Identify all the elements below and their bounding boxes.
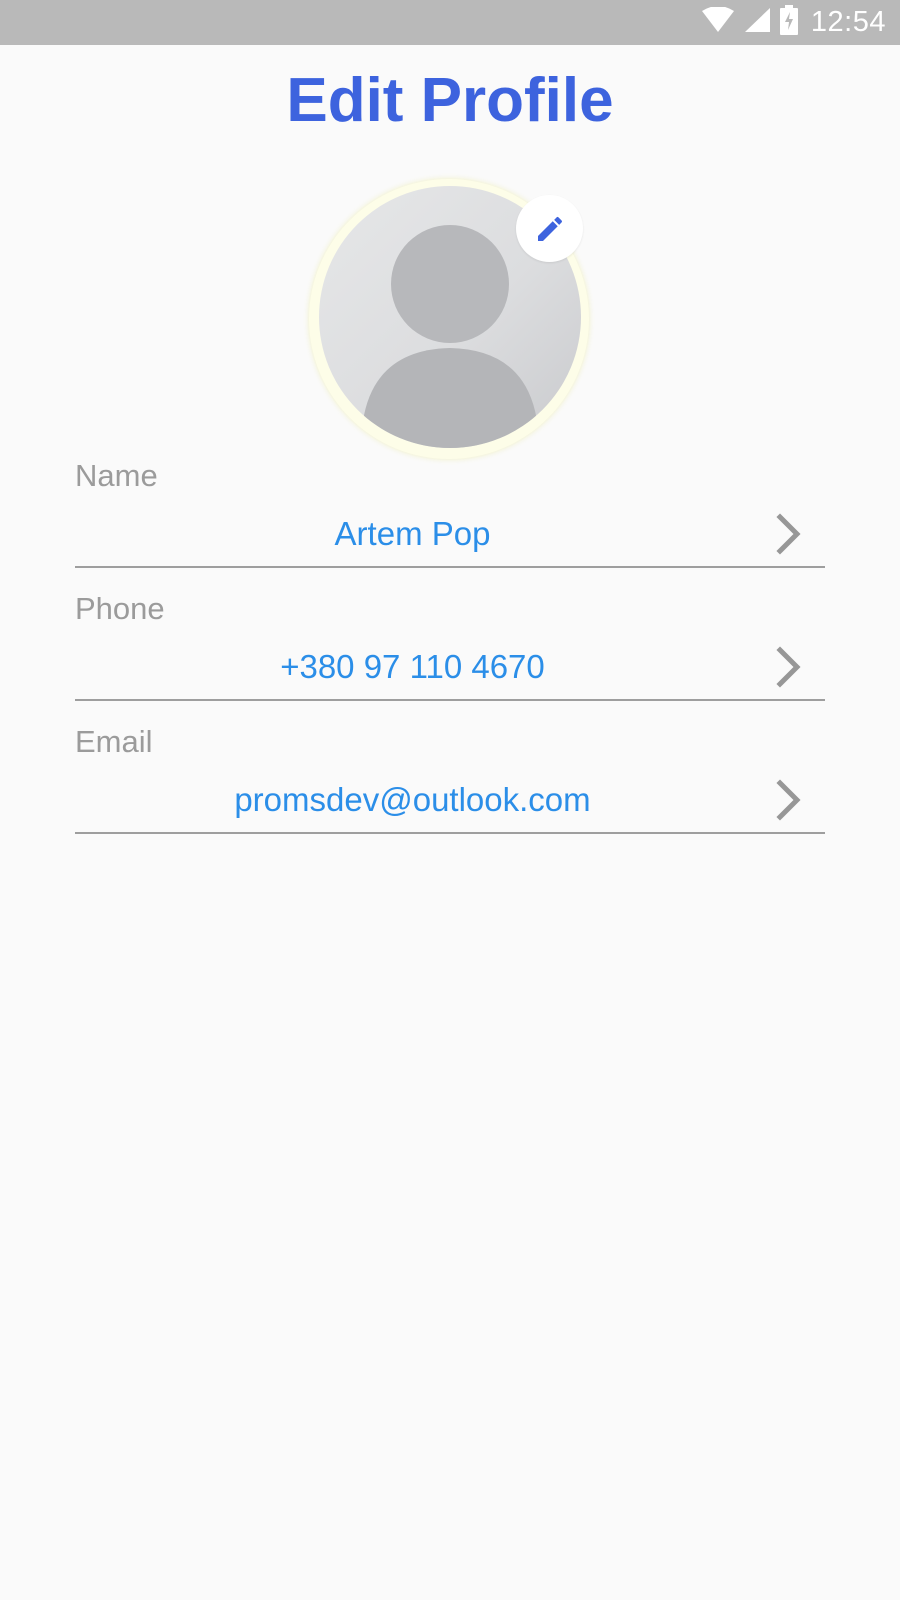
field-name[interactable]: Name Artem Pop <box>75 456 825 586</box>
signal-icon <box>743 7 771 38</box>
chevron-right-icon[interactable] <box>775 778 805 822</box>
field-phone[interactable]: Phone +380 97 110 4670 <box>75 589 825 719</box>
field-label: Name <box>75 458 158 493</box>
field-email[interactable]: Email promsdev@outlook.com <box>75 722 825 852</box>
wifi-icon <box>701 6 735 38</box>
field-divider <box>75 699 825 701</box>
status-icons: 12:54 <box>701 0 886 45</box>
page-title: Edit Profile <box>286 66 614 135</box>
field-value[interactable]: promsdev@outlook.com <box>75 779 750 821</box>
field-divider <box>75 566 825 568</box>
field-label: Email <box>75 724 153 759</box>
status-bar: 12:54 <box>0 0 900 45</box>
chevron-right-icon[interactable] <box>775 512 805 556</box>
field-divider <box>75 832 825 834</box>
edit-avatar-button[interactable] <box>516 195 583 262</box>
chevron-right-icon[interactable] <box>775 645 805 689</box>
field-label: Phone <box>75 591 165 626</box>
status-time: 12:54 <box>810 6 886 38</box>
battery-charging-icon <box>779 5 799 40</box>
pencil-icon <box>537 216 562 241</box>
field-value[interactable]: +380 97 110 4670 <box>75 646 750 688</box>
field-value[interactable]: Artem Pop <box>75 513 750 555</box>
